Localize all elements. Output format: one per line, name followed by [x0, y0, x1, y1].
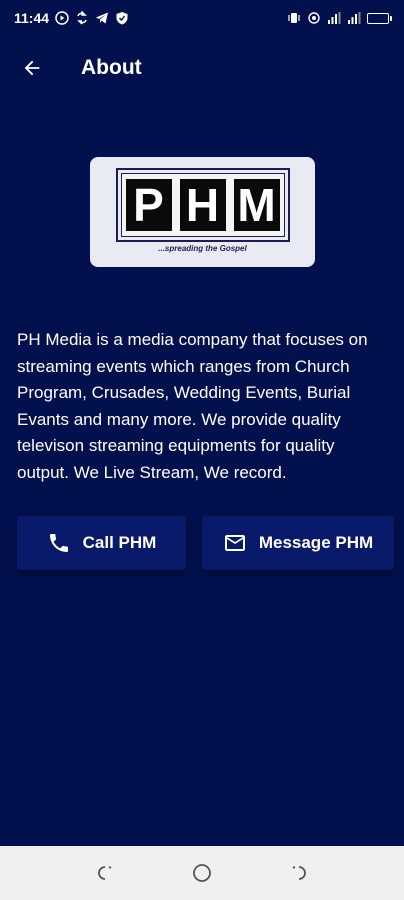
- logo-letter-p: P: [125, 179, 172, 231]
- recents-button[interactable]: [87, 853, 127, 893]
- call-button-label: Call PHM: [82, 533, 157, 552]
- about-description: PH Media is a media company that focuses…: [17, 330, 368, 482]
- telegram-icon: [95, 11, 109, 25]
- logo-frame: P H M: [115, 168, 290, 242]
- call-button[interactable]: Call PHM: [17, 516, 186, 570]
- message-button-label: Message PHM: [258, 533, 374, 552]
- recents-icon: [98, 866, 112, 880]
- back-nav-icon: [292, 866, 306, 880]
- system-nav-bar: [0, 846, 404, 900]
- status-time: 11:44: [14, 10, 50, 26]
- sync-icon: [75, 11, 89, 25]
- home-button[interactable]: [182, 853, 222, 893]
- phm-logo: P H M ...spreading the Gospel: [90, 157, 315, 267]
- signal-icon-2: [347, 11, 361, 25]
- status-left: 11:44: [14, 10, 129, 26]
- back-button[interactable]: [4, 40, 60, 96]
- battery-icon: [367, 12, 392, 24]
- home-circle-icon: [193, 864, 211, 882]
- mail-icon: [223, 531, 247, 555]
- phone-icon: [47, 531, 71, 555]
- back-nav-button[interactable]: [277, 853, 317, 893]
- action-buttons: Call PHM Message PHM: [17, 516, 394, 570]
- logo-letter-m: M: [233, 179, 280, 231]
- vibrate-icon: [287, 11, 301, 25]
- signal-icon: [327, 11, 341, 25]
- logo-letters: P H M: [120, 173, 285, 237]
- page-title: About: [81, 56, 142, 79]
- shield-icon: [115, 11, 129, 25]
- logo-tagline: ...spreading the Gospel: [158, 244, 247, 253]
- app-bar: About: [0, 36, 404, 100]
- record-icon: [55, 11, 69, 25]
- logo-letter-h: H: [179, 179, 226, 231]
- message-button[interactable]: Message PHM: [202, 516, 394, 570]
- arrow-left-icon: [24, 60, 40, 76]
- hotspot-icon: [307, 11, 321, 25]
- status-right: [287, 11, 392, 25]
- status-bar: 11:44: [0, 0, 404, 36]
